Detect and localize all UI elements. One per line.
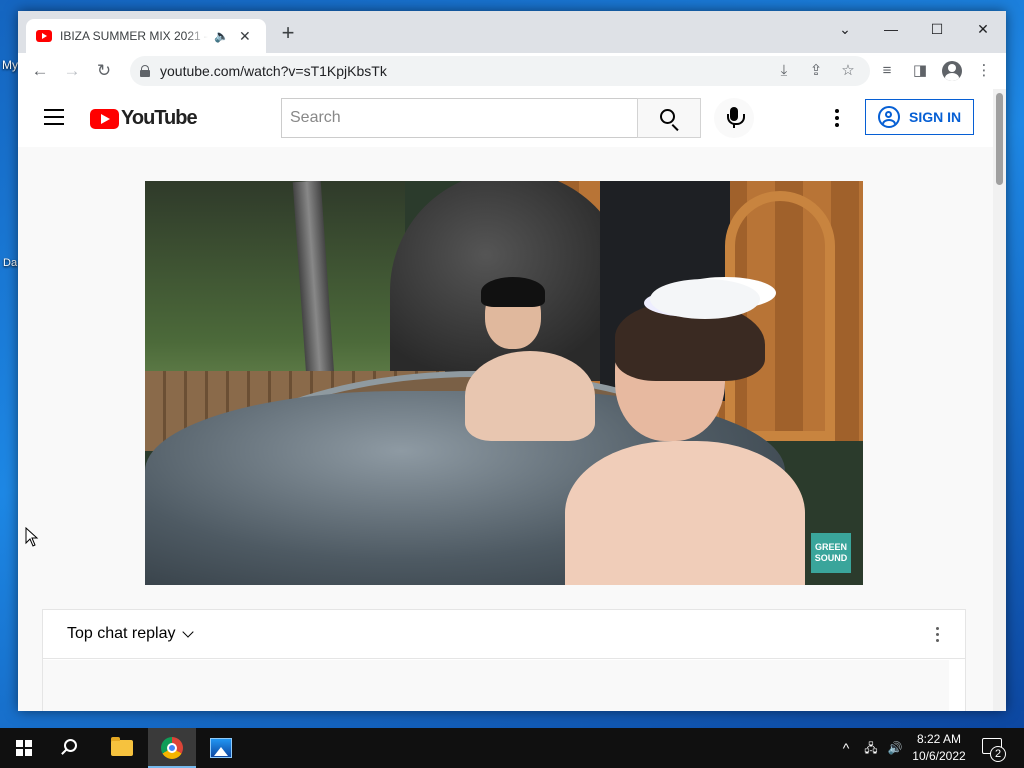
chat-header: Top chat replay [43,610,965,659]
search-icon [660,109,675,124]
chrome-icon [161,737,183,759]
mouse-cursor-icon [25,527,39,547]
volume-icon[interactable]: 🔊 [884,728,906,768]
taskbar-chrome[interactable] [148,728,196,768]
tab-close-icon[interactable]: ✕ [239,28,251,45]
bookmark-star-icon[interactable]: ☆ [836,56,860,86]
microphone-icon[interactable] [714,98,754,138]
page-scrollbar[interactable] [993,89,1006,711]
url-text[interactable]: youtube.com/watch?v=sT1KpjKbsTk [160,63,387,79]
windows-logo-icon [16,740,32,756]
tray-chevron-up-icon[interactable]: ^ [836,728,856,768]
browser-window: IBIZA SUMMER MIX 2021 – 🔈 ✕ + ⌄ — ☐ ✕ ← … [18,11,1006,711]
browser-toolbar: ← → ↻ youtube.com/watch?v=sT1KpjKbsTk ⤓ … [18,53,1006,89]
lock-icon[interactable] [140,65,150,77]
start-button[interactable] [0,728,48,768]
close-window-button[interactable]: ✕ [960,15,1006,43]
network-icon[interactable]: 🖧 [860,728,882,768]
sign-in-label: SIGN IN [909,109,962,125]
share-icon[interactable]: ⇪ [804,56,828,86]
taskbar-file-explorer[interactable] [98,728,146,768]
desktop-icon-label[interactable]: Da [3,257,17,269]
photos-icon [210,738,232,758]
search-icon [64,739,77,752]
forward-button[interactable]: → [58,57,86,85]
desktop-icon-label[interactable]: My [2,58,18,72]
video-scene-person-right [565,279,835,585]
tab-title: IBIZA SUMMER MIX 2021 – [60,29,208,43]
taskbar-photos[interactable] [197,728,245,768]
minimize-button[interactable]: — [868,15,914,43]
taskbar-search-button[interactable] [48,728,96,768]
hamburger-menu-icon[interactable] [44,109,64,125]
chat-messages-area [43,660,949,711]
new-tab-button[interactable]: + [277,22,299,45]
chevron-down-icon[interactable] [181,625,194,638]
microphone-stem [733,123,735,128]
media-controls-icon[interactable]: ≡ [873,57,901,85]
tab-strip: IBIZA SUMMER MIX 2021 – 🔈 ✕ + ⌄ — ☐ ✕ [18,11,1006,53]
address-bar[interactable]: youtube.com/watch?v=sT1KpjKbsTk ⤓ ⇪ ☆ [130,56,870,86]
user-circle-icon [878,106,900,128]
taskbar: ^ 🖧 🔊 8:22 AM 10/6/2022 2 [0,728,1024,768]
reload-button[interactable]: ↻ [90,57,118,85]
folder-icon [111,737,133,756]
chat-replay-panel: Top chat replay [42,609,966,711]
maximize-button[interactable]: ☐ [914,15,960,43]
youtube-logo-text: YouTube [121,107,198,129]
notification-count-badge: 2 [990,746,1006,762]
youtube-logo[interactable]: YouTube [90,107,198,130]
search-button[interactable] [637,98,701,138]
youtube-page: YouTube Search SIGN IN GREEN SOUND Top c… [18,89,1006,711]
search-input[interactable]: Search [281,98,638,138]
install-app-icon[interactable]: ⤓ [772,56,796,86]
chat-mode-dropdown[interactable]: Top chat replay [67,625,176,643]
youtube-header: YouTube Search SIGN IN [18,89,993,147]
profile-avatar-icon[interactable] [942,61,962,81]
speaker-icon[interactable]: 🔈 [214,29,229,43]
side-panel-icon[interactable]: ◨ [906,57,934,85]
youtube-play-icon [90,108,119,129]
tab-search-button[interactable]: ⌄ [822,15,868,43]
youtube-favicon-icon [36,30,52,42]
scrollbar-thumb[interactable] [996,93,1003,185]
video-player[interactable]: GREEN SOUND [145,181,863,585]
clock-date: 10/6/2022 [912,749,966,763]
browser-tab[interactable]: IBIZA SUMMER MIX 2021 – 🔈 ✕ [26,19,266,53]
browser-menu-icon[interactable]: ⋮ [970,57,998,85]
back-button[interactable]: ← [26,57,54,85]
clock[interactable]: 8:22 AM 10/6/2022 [904,731,974,765]
settings-kebab-icon[interactable] [835,109,839,130]
chat-menu-kebab-icon[interactable] [936,627,939,645]
clock-time: 8:22 AM [916,732,962,746]
sign-in-button[interactable]: SIGN IN [865,99,974,135]
channel-watermark[interactable]: GREEN SOUND [811,533,851,573]
